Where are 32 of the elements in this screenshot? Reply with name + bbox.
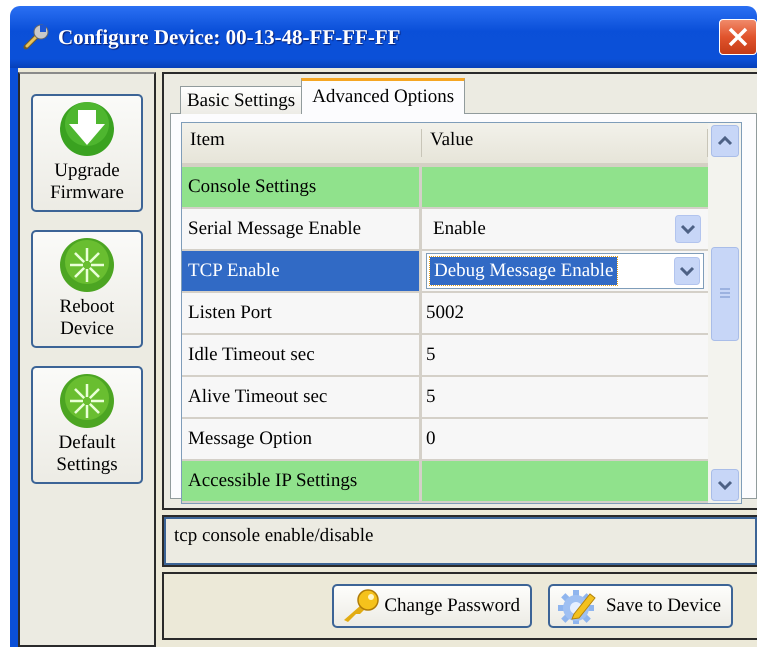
window-title: Configure Device: 00-13-48-FF-FF-FF xyxy=(58,24,402,50)
tab[interactable]: Advanced Options xyxy=(301,78,466,114)
column-header[interactable]: Item xyxy=(182,129,422,157)
download-icon xyxy=(58,100,116,158)
property-name-cell[interactable]: TCP Enable xyxy=(182,251,422,291)
group-header-cell[interactable]: Accessible IP Settings xyxy=(182,461,422,501)
burst-icon xyxy=(58,372,116,430)
property-value-cell[interactable]: 0 xyxy=(422,419,708,459)
property-name-cell[interactable]: Serial Message Enable xyxy=(182,209,422,249)
close-icon xyxy=(727,26,749,48)
side-button[interactable]: Reboot Device xyxy=(31,230,143,348)
property-value-cell[interactable]: 5002 xyxy=(422,293,708,333)
group-header-cell[interactable]: Console Settings xyxy=(182,167,422,207)
wrench-icon xyxy=(22,23,50,51)
property-name-cell[interactable]: Alive Timeout sec xyxy=(182,377,422,417)
dropdown-field[interactable]: Debug Message Enable xyxy=(426,253,704,289)
scroll-up-icon xyxy=(710,125,738,157)
property-name-cell[interactable]: Idle Timeout sec xyxy=(182,335,422,375)
scroll-down-icon xyxy=(710,469,738,501)
property-name-cell[interactable]: Message Option xyxy=(182,419,422,459)
side-button[interactable]: Upgrade Firmware xyxy=(31,94,143,212)
action-button[interactable]: Save to Device xyxy=(548,584,733,628)
description-text: tcp console enable/disable xyxy=(162,515,757,567)
property-value-cell[interactable]: 5 xyxy=(422,335,708,375)
property-name-cell[interactable]: Listen Port xyxy=(182,293,422,333)
close-button[interactable] xyxy=(719,19,757,55)
scrollbar[interactable] xyxy=(708,123,741,503)
side-button[interactable]: Default Settings xyxy=(31,366,143,484)
burst-icon xyxy=(58,236,116,294)
action-button[interactable]: Change Password xyxy=(332,584,532,628)
tab[interactable]: Basic Settings xyxy=(180,86,302,114)
property-value-cell[interactable]: 5 xyxy=(422,377,708,417)
